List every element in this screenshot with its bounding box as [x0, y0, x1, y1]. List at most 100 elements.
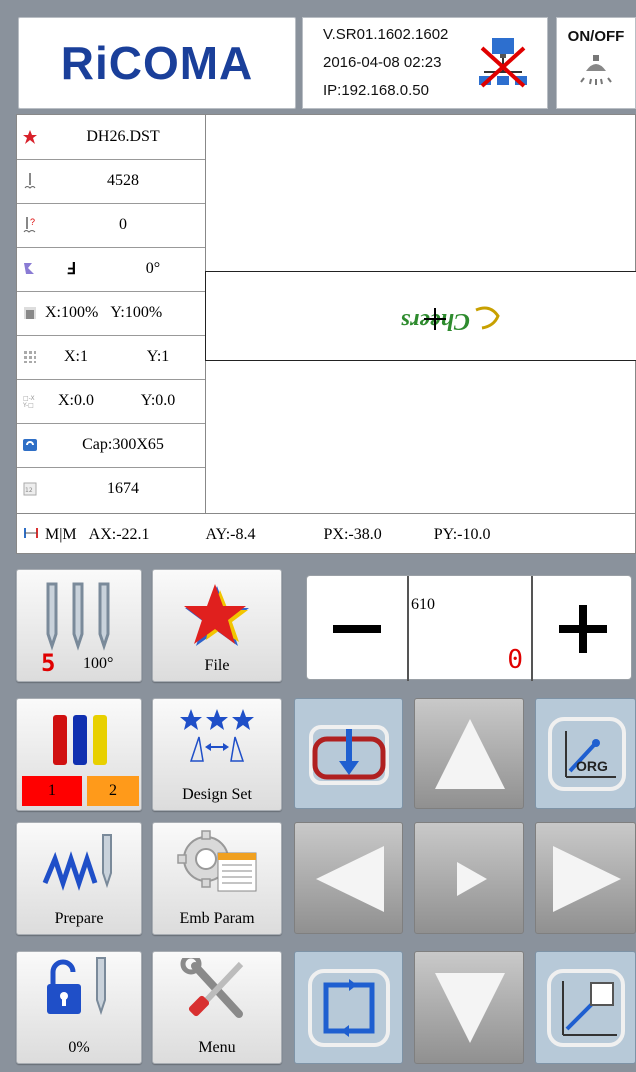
- org-label: ORG: [576, 758, 608, 774]
- scale-y: Y:100%: [110, 304, 163, 321]
- machine-info-panel: V.SR01.1602.1602 2016-04-08 02:23 IP:192…: [302, 17, 548, 109]
- coord-px: PX:-38.0: [323, 526, 382, 543]
- onoff-button[interactable]: ON/OFF: [556, 17, 636, 109]
- prepare-button[interactable]: Prepare: [16, 822, 142, 935]
- spacing-x: X:0.0: [58, 392, 94, 409]
- needle-select-button[interactable]: 5 100°: [16, 569, 142, 682]
- needle-break-count: 0: [119, 216, 127, 233]
- color-change-button[interactable]: 1 2: [16, 698, 142, 811]
- lamp-icon: [580, 55, 612, 85]
- arrow-left-icon: [316, 846, 384, 912]
- move-down-button[interactable]: [414, 951, 524, 1064]
- counter-panel: 610 0: [306, 575, 633, 681]
- tools-icon: [180, 953, 244, 1018]
- prepare-label: Prepare: [54, 910, 104, 927]
- svg-text:Y-□: Y-□: [23, 402, 34, 408]
- counter-display: 610 0: [409, 576, 531, 681]
- color-slot-1: 1: [22, 776, 82, 806]
- needle-icon: [19, 172, 41, 190]
- needles-icon: [46, 582, 110, 651]
- scale-x: X:100%: [45, 304, 99, 321]
- version-text: V.SR01.1602.1602: [323, 26, 449, 43]
- small-play-icon: [457, 862, 487, 896]
- increment-button[interactable]: [533, 576, 633, 681]
- needle-break-icon: ?: [19, 216, 41, 234]
- design-info-list: DH26.DST 4528 ? 0 Ⅎ 0° X:100% Y:100% X:1…: [17, 115, 206, 513]
- frame-loop-icon: [308, 969, 390, 1047]
- onoff-label: ON/OFF: [567, 28, 625, 45]
- arrow-right-icon: [553, 846, 621, 912]
- counter-value: 0: [507, 645, 523, 675]
- design-status-panel: DH26.DST 4528 ? 0 Ⅎ 0° X:100% Y:100% X:1…: [16, 114, 636, 554]
- scale-row: X:100% Y:100%: [17, 291, 205, 336]
- arrow-down-icon: [435, 973, 505, 1043]
- logo-text: RiCOMA: [60, 37, 254, 89]
- hoop-down-icon: [309, 725, 389, 785]
- svg-text:□-X: □-X: [23, 395, 35, 402]
- star-file-icon: [184, 584, 249, 646]
- ricoma-logo: RiCOMA: [18, 17, 296, 109]
- prepare-icon: [42, 834, 112, 891]
- file-name-row: DH26.DST: [17, 115, 205, 160]
- menu-label: Menu: [198, 1039, 236, 1056]
- needle-number: 5: [41, 649, 56, 677]
- frame-move-button[interactable]: [294, 698, 403, 809]
- design-set-icon: [180, 709, 254, 762]
- thread-spools-icon: [53, 715, 107, 765]
- color-slot-2: 2: [87, 776, 139, 806]
- file-button[interactable]: File: [152, 569, 282, 682]
- coord-ay: AY:-8.4: [205, 526, 256, 543]
- svg-text:12: 12: [25, 487, 33, 494]
- coordinate-bar: M|M AX:-22.1 AY:-8.4 PX:-38.0 PY:-10.0: [17, 513, 636, 556]
- lock-percent: 0%: [68, 1039, 90, 1056]
- origin-button[interactable]: ORG: [535, 698, 636, 809]
- design-preview[interactable]: Cheers: [205, 271, 636, 361]
- trace-button[interactable]: [414, 822, 524, 934]
- network-disconnected-icon: [479, 38, 527, 88]
- frame-trace-button[interactable]: [294, 951, 403, 1064]
- file-label: File: [204, 657, 230, 674]
- menu-button[interactable]: Menu: [152, 951, 282, 1064]
- spacing-y: Y:0.0: [140, 392, 176, 409]
- repeat-row: X:1 Y:1: [17, 335, 205, 380]
- spacing-icon: □-X Y-□: [19, 394, 41, 408]
- design-set-label: Design Set: [182, 786, 252, 803]
- move-up-button[interactable]: [414, 698, 524, 809]
- stitch-count: 4528: [107, 172, 139, 189]
- memory-count: 1674: [107, 480, 139, 497]
- lock-button[interactable]: 0%: [16, 951, 142, 1064]
- coord-mode: M|M: [45, 526, 77, 543]
- memory-icon: 12: [19, 482, 41, 496]
- minus-icon: [333, 624, 381, 633]
- move-right-button[interactable]: [535, 822, 636, 934]
- ip-text: IP:192.168.0.50: [323, 82, 429, 99]
- decrement-button[interactable]: [307, 576, 407, 681]
- star-icon: [19, 129, 41, 145]
- emb-param-label: Emb Param: [179, 910, 255, 927]
- coord-ax: AX:-22.1: [88, 526, 150, 543]
- hoop-size: Cap:300X65: [82, 436, 164, 453]
- cap-hoop-icon: [19, 438, 41, 452]
- offset-origin-button[interactable]: [535, 951, 636, 1064]
- rotate-glyph: Ⅎ: [66, 261, 76, 278]
- spacing-row: □-X Y-□ X:0.0 Y:0.0: [17, 379, 205, 424]
- svg-text:?: ?: [30, 217, 35, 227]
- datetime-text: 2016-04-08 02:23: [323, 54, 442, 71]
- design-graphic: Cheers: [401, 306, 500, 334]
- rotation-row: Ⅎ 0°: [17, 247, 205, 292]
- rotate-icon: [19, 261, 41, 277]
- stitch-count-row: 4528: [17, 159, 205, 204]
- counter-max: 610: [411, 596, 435, 613]
- needle-break-row: ? 0: [17, 203, 205, 248]
- design-set-button[interactable]: Design Set: [152, 698, 282, 811]
- org-icon: ORG: [548, 717, 626, 791]
- coord-py: PY:-10.0: [433, 526, 491, 543]
- needle-angle: 100°: [83, 655, 114, 672]
- move-left-button[interactable]: [294, 822, 403, 934]
- emb-param-button[interactable]: Emb Param: [152, 822, 282, 935]
- hoop-row: Cap:300X65: [17, 423, 205, 468]
- file-name: DH26.DST: [86, 128, 160, 145]
- grid-icon: [19, 350, 41, 364]
- scale-icon: [19, 306, 41, 320]
- unlock-icon: [47, 957, 106, 1016]
